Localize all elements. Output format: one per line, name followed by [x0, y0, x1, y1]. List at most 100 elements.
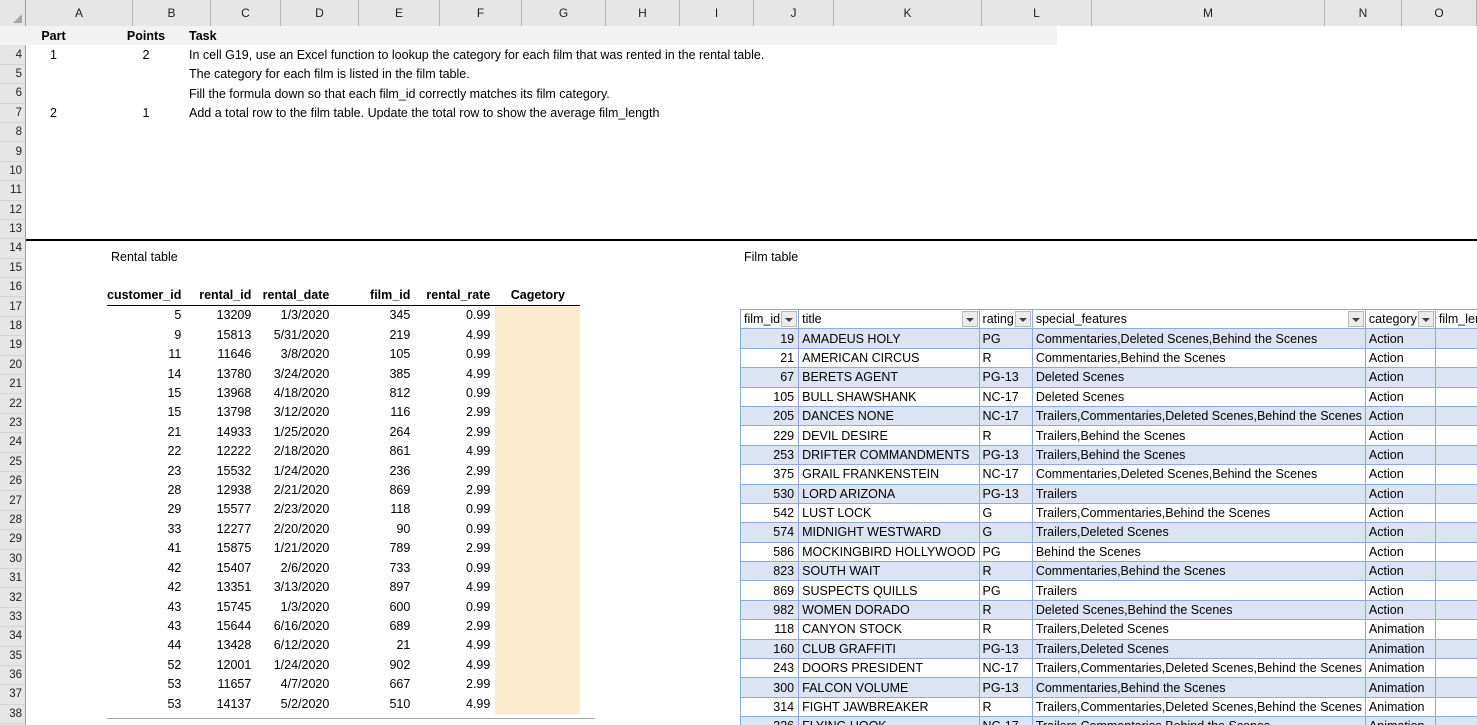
film-cell-special-features[interactable]: Commentaries,Deleted Scenes,Behind the S… [1031, 328, 1366, 349]
film-cell-film-length[interactable]: 60 [1434, 541, 1477, 563]
rental-cell-film-id[interactable]: 789 [334, 539, 415, 558]
rental-cell-customer-id[interactable]: 15 [107, 403, 186, 422]
film-cell-special-features[interactable]: Deleted Scenes [1031, 386, 1366, 407]
rental-cell-rental-date[interactable]: 1/3/2020 [256, 598, 334, 617]
rental-table-row[interactable]: 21 14933 1/25/2020 264 2.99 [107, 422, 581, 443]
film-cell-film-length[interactable]: 129 [1434, 347, 1477, 369]
rental-cell-rental-date[interactable]: 4/7/2020 [256, 675, 334, 694]
row-header-36[interactable]: 36 [0, 665, 26, 686]
rental-cell-rental-id[interactable]: 12001 [186, 656, 256, 675]
row-header-33[interactable]: 33 [0, 607, 26, 628]
rental-cell-customer-id[interactable]: 43 [107, 617, 186, 636]
column-header-a[interactable]: A [26, 0, 133, 26]
rental-cell-rental-id[interactable]: 13780 [186, 365, 256, 384]
rental-cell-rental-id[interactable]: 12938 [186, 481, 256, 500]
film-cell-film-id[interactable]: 160 [739, 638, 800, 660]
rental-cell-rental-id[interactable]: 15577 [186, 500, 256, 519]
film-cell-special-features[interactable]: Commentaries,Deleted Scenes,Behind the S… [1031, 464, 1366, 485]
film-cell-film-id[interactable]: 326 [739, 716, 800, 725]
film-cell-film-length[interactable]: 85 [1434, 619, 1477, 640]
rental-cell-category[interactable] [495, 481, 581, 501]
film-cell-title[interactable]: BERETS AGENT [798, 367, 980, 388]
rental-cell-rental-date[interactable]: 2/6/2020 [256, 559, 334, 578]
rental-cell-rental-rate[interactable]: 4.99 [415, 695, 495, 714]
rental-cell-category[interactable] [495, 442, 581, 462]
column-header-j[interactable]: J [754, 0, 834, 26]
rental-cell-film-id[interactable]: 105 [334, 345, 415, 364]
rental-cell-rental-rate[interactable]: 4.99 [415, 578, 495, 597]
row-header-24[interactable]: 24 [0, 433, 26, 453]
rental-cell-category[interactable] [495, 655, 581, 676]
rental-cell-rental-date[interactable]: 1/24/2020 [256, 656, 334, 675]
rental-cell-rental-date[interactable]: 3/8/2020 [256, 345, 334, 364]
column-header-l[interactable]: L [982, 0, 1092, 26]
rental-cell-rental-id[interactable]: 15813 [186, 326, 256, 345]
film-cell-category[interactable]: Action [1364, 444, 1436, 466]
rental-cell-rental-id[interactable]: 15407 [186, 559, 256, 578]
rental-cell-rental-id[interactable]: 12222 [186, 442, 256, 461]
film-table-row[interactable]: 326FLYING HOOKNC-17Trailers,Commentaries… [739, 716, 1477, 725]
film-cell-title[interactable]: CANYON STOCK [798, 619, 980, 640]
rental-cell-rental-id[interactable]: 15745 [186, 598, 256, 617]
rental-cell-customer-id[interactable]: 9 [107, 326, 186, 345]
film-cell-special-features[interactable]: Trailers,Behind the Scenes [1031, 425, 1366, 446]
row-header-12[interactable]: 12 [0, 200, 26, 220]
rental-cell-rental-rate[interactable]: 2.99 [415, 481, 495, 500]
film-col-film-id[interactable]: film_id [739, 308, 800, 330]
film-table-row[interactable]: 542 LUST LOCK G Trailers,Commentaries,Behin… [739, 502, 1477, 524]
film-cell-category[interactable]: Action [1364, 580, 1436, 601]
filter-dropdown-icon[interactable] [961, 311, 978, 327]
film-cell-title[interactable]: WOMEN DORADO [798, 599, 980, 621]
select-all-icon[interactable] [0, 0, 26, 26]
rental-table-row[interactable]: 9 15813 5/31/2020 219 4.99 [107, 325, 581, 346]
film-cell-rating[interactable]: NC-17 [978, 464, 1033, 485]
film-cell-special-features[interactable]: Trailers,Commentaries,Deleted Scenes,Beh… [1031, 405, 1366, 427]
rental-cell-rental-rate[interactable]: 2.99 [415, 462, 495, 481]
film-cell-rating[interactable]: R [978, 599, 1033, 621]
film-cell-special-features[interactable]: Trailers,Deleted Scenes [1031, 619, 1366, 640]
rental-cell-rental-date[interactable]: 5/31/2020 [256, 326, 334, 345]
rental-table-row[interactable]: 29 15577 2/23/2020 118 0.99 [107, 500, 581, 520]
rental-cell-rental-id[interactable]: 13351 [186, 578, 256, 597]
row-header-8[interactable]: 8 [0, 122, 26, 143]
rental-cell-rental-rate[interactable]: 0.99 [415, 345, 495, 364]
row-header-17[interactable]: 17 [0, 297, 26, 317]
column-header-h[interactable]: H [606, 0, 680, 26]
row-header-27[interactable]: 27 [0, 491, 26, 511]
row-header-9[interactable]: 9 [0, 142, 26, 162]
rental-table-row[interactable]: 44 13428 6/12/2020 21 4.99 [107, 636, 581, 656]
rental-cell-customer-id[interactable]: 29 [107, 500, 186, 519]
rental-cell-rental-date[interactable]: 1/24/2020 [256, 462, 334, 481]
film-cell-film-id[interactable]: 21 [739, 347, 800, 369]
row-header-23[interactable]: 23 [0, 413, 26, 434]
rental-cell-film-id[interactable]: 21 [334, 636, 415, 655]
rental-cell-rental-date[interactable]: 4/18/2020 [256, 384, 334, 403]
rental-cell-film-id[interactable]: 219 [334, 326, 415, 345]
film-cell-rating[interactable]: NC-17 [978, 658, 1033, 679]
film-cell-rating[interactable]: PG-13 [978, 638, 1033, 660]
row-header-15[interactable]: 15 [0, 258, 26, 279]
rental-table-row[interactable]: 11 11646 3/8/2020 105 0.99 [107, 345, 581, 365]
film-cell-film-length[interactable]: 77 [1434, 367, 1477, 388]
rental-table-row[interactable]: 15 13968 4/18/2020 812 0.99 [107, 384, 581, 404]
rental-cell-rental-rate[interactable]: 0.99 [415, 500, 495, 519]
film-cell-title[interactable]: DRIFTER COMMANDMENTS [798, 444, 980, 466]
film-cell-film-length[interactable]: 69 [1434, 716, 1477, 725]
film-cell-title[interactable]: AMERICAN CIRCUS [798, 347, 980, 369]
row-header-37[interactable]: 37 [0, 685, 26, 705]
rental-cell-rental-date[interactable]: 2/21/2020 [256, 481, 334, 500]
film-cell-film-length[interactable]: 87 [1434, 425, 1477, 446]
rental-cell-customer-id[interactable]: 52 [107, 656, 186, 675]
film-cell-special-features[interactable]: Trailers [1031, 483, 1366, 504]
film-cell-film-length[interactable]: 126 [1434, 599, 1477, 621]
rental-cell-category[interactable] [495, 694, 581, 714]
film-cell-category[interactable]: Animation [1364, 638, 1436, 660]
film-cell-film-length[interactable]: 102 [1434, 677, 1477, 698]
row-header-26[interactable]: 26 [0, 471, 26, 492]
film-cell-special-features[interactable]: Commentaries,Behind the Scenes [1031, 677, 1366, 698]
film-cell-category[interactable]: Action [1364, 386, 1436, 407]
film-cell-film-length[interactable]: 49 [1434, 658, 1477, 679]
rental-table-row[interactable]: 42 15407 2/6/2020 733 0.99 [107, 558, 581, 579]
film-cell-film-id[interactable]: 586 [739, 541, 800, 563]
film-col-special-features[interactable]: special_features [1031, 308, 1366, 330]
